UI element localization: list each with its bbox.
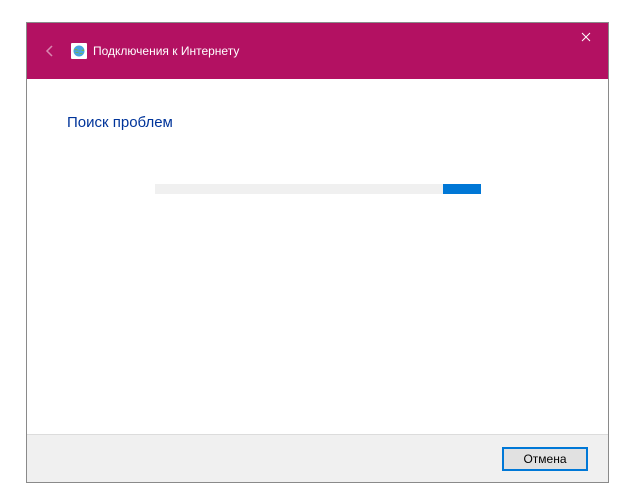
troubleshooter-window: Подключения к Интернету Поиск проблем От… [26,22,609,483]
cancel-button[interactable]: Отмена [502,447,588,471]
network-globe-icon [71,43,87,59]
progress-indicator [443,184,481,194]
titlebar: Подключения к Интернету [27,23,608,79]
page-heading: Поиск проблем [67,114,568,131]
footer-bar: Отмена [27,434,608,482]
close-icon [581,32,591,42]
window-title: Подключения к Интернету [93,44,239,58]
back-arrow-icon [42,43,58,59]
content-area: Поиск проблем [27,79,608,434]
progress-bar [155,184,481,194]
back-button [39,40,61,62]
close-button[interactable] [563,23,608,51]
